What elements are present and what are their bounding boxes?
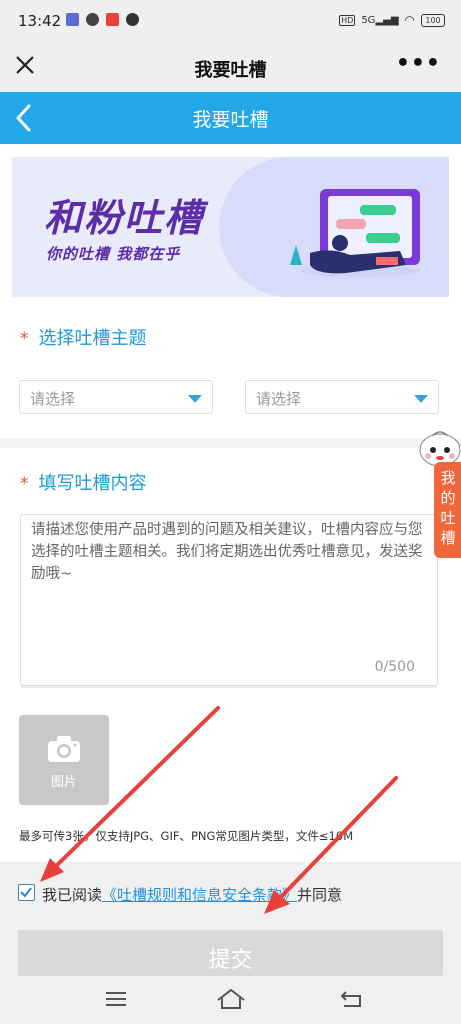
system-icons: HD 5G▂▄▆ ◠ 100 — [339, 13, 445, 27]
wifi-icon: ◠ — [404, 13, 415, 27]
content-textarea[interactable]: 请描述您使用产品时遇到的问题及相关建议，吐槽内容应与您选择的吐槽主题相关。我们将… — [20, 514, 438, 686]
character-counter: 0/500 — [374, 659, 415, 675]
content-section-label: * 填写吐槽内容 — [20, 469, 147, 495]
banner-headline: 和粉吐槽 — [44, 196, 205, 240]
more-options-button[interactable]: ••• — [396, 51, 441, 76]
topic-select-primary[interactable]: 请选择 — [19, 380, 213, 414]
add-image-button[interactable]: 图片 — [19, 715, 109, 805]
required-mark: * — [20, 474, 29, 494]
upload-hint: 最多可传3张，仅支持JPG、GIF、PNG常见图片类型，文件≤10M — [19, 829, 354, 843]
status-time: 13:42 — [18, 12, 62, 30]
my-complaints-tab[interactable]: 我的吐槽 — [434, 462, 461, 558]
agreement-text: 我已阅读《吐槽规则和信息安全条款》并同意 — [42, 884, 342, 905]
agreement-prefix: 我已阅读 — [42, 886, 103, 904]
notification-icons — [66, 13, 139, 26]
back-nav-icon[interactable] — [340, 990, 364, 1008]
banner: 和粉吐槽 你的吐槽 我都在乎 — [12, 157, 449, 297]
dropdown-arrow-icon — [188, 395, 202, 403]
agreement-suffix: 并同意 — [297, 886, 343, 904]
network-label: 5G — [361, 14, 376, 26]
submit-button[interactable]: 提交 — [18, 930, 443, 976]
hd-icon: HD — [339, 14, 356, 26]
dropdown-arrow-icon — [414, 395, 428, 403]
textarea-placeholder: 请描述您使用产品时遇到的问题及相关建议，吐槽内容应与您选择的吐槽主题相关。我们将… — [31, 522, 423, 582]
terms-link[interactable]: 《吐槽规则和信息安全条款》 — [102, 886, 297, 904]
select-placeholder: 请选择 — [30, 390, 76, 408]
home-icon[interactable] — [216, 988, 246, 1010]
topic-select-secondary[interactable]: 请选择 — [245, 380, 439, 414]
header-title: 我要吐槽 — [192, 109, 269, 131]
required-mark: * — [20, 329, 29, 349]
banner-tagline: 你的吐槽 我都在乎 — [46, 245, 181, 263]
select-placeholder: 请选择 — [256, 390, 302, 408]
chat-notification-icon — [86, 13, 99, 26]
signal-icon: 5G▂▄▆ — [361, 14, 399, 26]
system-nav-bar — [0, 976, 461, 1024]
banner-illustration — [290, 189, 420, 277]
app-notification-icon — [66, 13, 79, 26]
submit-label: 提交 — [208, 948, 253, 973]
battery-level: 100 — [425, 15, 441, 25]
menu-icon[interactable] — [104, 990, 128, 1008]
weibo-notification-icon — [126, 13, 139, 26]
checkmark-icon — [20, 887, 32, 898]
title-bar: 我要吐槽 ••• — [0, 44, 461, 92]
section-divider — [0, 438, 461, 448]
battery-icon: 100 — [421, 13, 445, 27]
content-label-text: 填写吐槽内容 — [38, 473, 147, 494]
topic-label-text: 选择吐槽主题 — [38, 328, 147, 349]
my-complaints-label: 我的吐槽 — [440, 469, 456, 547]
topic-section-label: * 选择吐槽主题 — [20, 324, 147, 350]
status-bar: 13:42 HD 5G▂▄▆ ◠ 100 — [0, 0, 461, 44]
page-title: 我要吐槽 — [194, 60, 267, 81]
camera-icon — [48, 736, 80, 762]
add-image-label: 图片 — [50, 775, 77, 790]
app-notification-icon — [106, 13, 119, 26]
app-header: 我要吐槽 — [0, 92, 461, 144]
agreement-checkbox[interactable] — [18, 884, 35, 901]
